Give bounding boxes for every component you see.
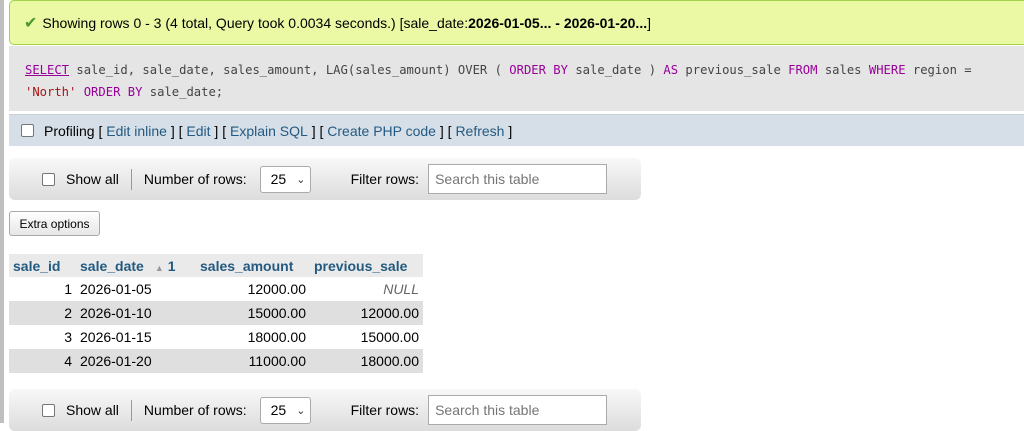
cell-sale-id[interactable]: 3 — [9, 325, 76, 349]
table-row[interactable]: 3 2026-01-15 18000.00 15000.00 — [9, 325, 423, 349]
divider — [130, 168, 132, 190]
column-header-sorted[interactable]: sale_date ▲ 1 — [76, 254, 196, 277]
results-table: sale_id sale_date ▲ 1 sales_amount previou… — [9, 254, 423, 373]
header-label[interactable]: sale_id — [13, 258, 60, 274]
cell-previous-sale[interactable]: 18000.00 — [310, 349, 423, 373]
create-php-code-link[interactable]: Create PHP code — [327, 123, 436, 139]
cell-sales-amount[interactable]: 15000.00 — [196, 301, 310, 325]
cell-sales-amount[interactable]: 18000.00 — [196, 325, 310, 349]
cell-previous-sale[interactable]: 15000.00 — [310, 325, 423, 349]
left-border — [0, 0, 4, 423]
sql-text: sale_id, sale_date, sales_amount, LAG(sa… — [69, 63, 510, 77]
refresh-link[interactable]: Refresh — [455, 123, 504, 139]
column-header[interactable]: sales_amount — [196, 254, 310, 277]
chevron-down-icon: ⌄ — [296, 173, 306, 186]
extra-options-button[interactable]: Extra options — [9, 211, 100, 236]
cell-sale-date[interactable]: 2026-01-20 — [76, 349, 196, 373]
profiling-bar: Profiling [ Edit inline ] [ Edit ] [ Exp… — [9, 114, 1024, 146]
success-message: ✔ Showing rows 0 - 3 (4 total, Query too… — [9, 0, 1024, 45]
show-all-label[interactable]: Show all — [66, 402, 119, 418]
cell-sale-date[interactable]: 2026-01-15 — [76, 325, 196, 349]
rows-select[interactable]: 25 ⌄ — [259, 396, 311, 424]
filter-input[interactable]: Search this table — [428, 395, 608, 425]
table-row[interactable]: 1 2026-01-05 12000.00 NULL — [9, 277, 423, 301]
sql-text: sale_date; — [142, 85, 224, 99]
cell-sale-id[interactable]: 2 — [9, 301, 76, 325]
explain-sql-link[interactable]: Explain SQL — [230, 123, 308, 139]
sort-order: 1 — [167, 257, 176, 274]
navigation-bar-bottom: Show all Number of rows: 25 ⌄ Filter row… — [9, 389, 641, 431]
show-all-label[interactable]: Show all — [66, 171, 119, 187]
cell-previous-sale[interactable]: NULL — [310, 277, 423, 301]
sql-text: previous_sale — [678, 63, 789, 77]
rows-value: 25 — [270, 402, 287, 418]
show-all-checkbox[interactable] — [42, 403, 55, 417]
rows-select[interactable]: 25 ⌄ — [259, 165, 311, 193]
sql-keyword: FROM — [788, 63, 818, 77]
table-row[interactable]: 2 2026-01-10 15000.00 12000.00 — [9, 301, 423, 325]
profiling-label: Profiling — [44, 122, 95, 139]
column-header[interactable]: sale_id — [9, 254, 76, 277]
rows-label: Number of rows: — [143, 171, 247, 187]
filter-placeholder: Search this table — [435, 171, 540, 187]
message-end: ] — [647, 14, 651, 31]
profiling-checkbox[interactable] — [21, 124, 34, 137]
header-label[interactable]: previous_sale — [314, 258, 407, 274]
sql-query[interactable]: SELECT sale_id, sale_date, sales_amount,… — [9, 46, 1024, 111]
sort-ascending-icon: ▲ — [154, 262, 164, 273]
cell-sale-date[interactable]: 2026-01-05 — [76, 277, 196, 301]
header-row: sale_id sale_date ▲ 1 sales_amount previou… — [9, 254, 423, 277]
cell-sales-amount[interactable]: 11000.00 — [196, 349, 310, 373]
rows-label: Number of rows: — [143, 402, 247, 418]
navigation-bar-top: Show all Number of rows: 25 ⌄ Filter row… — [9, 158, 641, 200]
column-header[interactable]: previous_sale — [310, 254, 423, 277]
sql-keyword: ORDER BY — [83, 85, 143, 99]
filter-label: Filter rows: — [350, 402, 420, 418]
header-label[interactable]: sale_date — [80, 258, 144, 274]
edit-link[interactable]: Edit — [186, 123, 210, 139]
sql-keyword: ORDER BY — [509, 63, 568, 77]
check-icon: ✔ — [24, 14, 38, 32]
sql-text: sales — [817, 63, 869, 77]
divider — [130, 399, 132, 421]
sql-text: region = — [905, 63, 972, 77]
message-text: Showing rows 0 - 3 (4 total, Query took … — [42, 14, 469, 31]
cell-sale-id[interactable]: 4 — [9, 349, 76, 373]
show-all-checkbox[interactable] — [42, 172, 55, 186]
rows-value: 25 — [270, 171, 287, 187]
header-label[interactable]: sales_amount — [200, 258, 293, 274]
sql-text: sale_date ) — [567, 63, 664, 77]
cell-sale-date[interactable]: 2026-01-10 — [76, 301, 196, 325]
chevron-down-icon: ⌄ — [296, 404, 306, 417]
cell-sale-id[interactable]: 1 — [9, 277, 76, 301]
cell-previous-sale[interactable]: 12000.00 — [310, 301, 423, 325]
filter-input[interactable]: Search this table — [428, 164, 608, 194]
sql-keyword[interactable]: SELECT — [25, 63, 69, 77]
sql-keyword: AS — [663, 63, 679, 77]
message-range: 2026-01-05... - 2026-01-20... — [468, 14, 648, 31]
filter-label: Filter rows: — [350, 171, 420, 187]
sql-string: 'North' — [25, 85, 77, 99]
edit-inline-link[interactable]: Edit inline — [106, 123, 167, 139]
table-row[interactable]: 4 2026-01-20 11000.00 18000.00 — [9, 349, 423, 373]
sql-keyword: WHERE — [868, 63, 906, 77]
filter-placeholder: Search this table — [435, 402, 540, 418]
cell-sales-amount[interactable]: 12000.00 — [196, 277, 310, 301]
